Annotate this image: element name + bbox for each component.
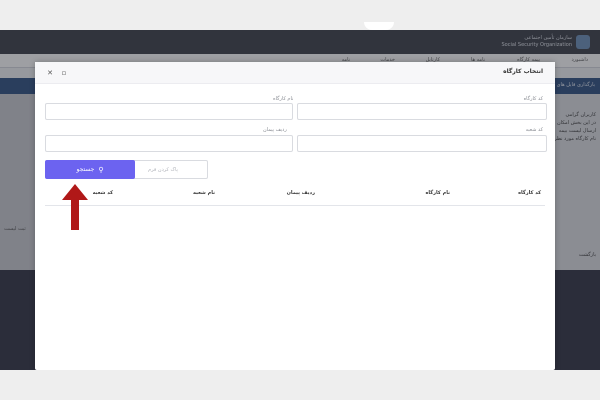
maximize-icon[interactable]: ▫ [59, 68, 69, 78]
th-contract-row[interactable]: ردیف پیمان [287, 190, 315, 196]
select-workshop-modal: انتخاب کارگاه ✕ ▫ کد کارگاه نام کارگاه ک… [35, 62, 555, 370]
workshop-code-input[interactable] [297, 103, 547, 120]
workshop-code-label: کد کارگاه [523, 96, 543, 102]
search-icon: ⚲ [98, 165, 104, 174]
workshop-name-label: نام کارگاه [273, 96, 294, 102]
modal-title: انتخاب کارگاه [503, 68, 543, 75]
top-notch [364, 22, 394, 30]
th-workshop-code[interactable]: کد کارگاه [518, 190, 541, 196]
search-button-label: جستجو [76, 166, 95, 173]
close-icon[interactable]: ✕ [45, 68, 55, 78]
annotation-arrow-icon [62, 184, 88, 230]
branch-code-input[interactable] [297, 135, 547, 152]
bottom-margin [0, 370, 600, 400]
contract-row-label: ردیف پیمان [263, 127, 287, 133]
th-branch-name[interactable]: نام شعبه [193, 190, 215, 196]
results-table-header: کد کارگاه نام کارگاه ردیف پیمان نام شعبه… [45, 184, 545, 206]
branch-code-label: کد شعبه [525, 127, 543, 133]
modal-header: انتخاب کارگاه ✕ ▫ [35, 62, 555, 84]
contract-row-input[interactable] [45, 135, 293, 152]
top-margin [0, 0, 600, 30]
th-workshop-name[interactable]: نام کارگاه [425, 190, 450, 196]
workshop-name-input[interactable] [45, 103, 293, 120]
search-button[interactable]: جستجو ⚲ [45, 160, 135, 179]
th-branch-code[interactable]: کد شعبه [93, 190, 113, 196]
